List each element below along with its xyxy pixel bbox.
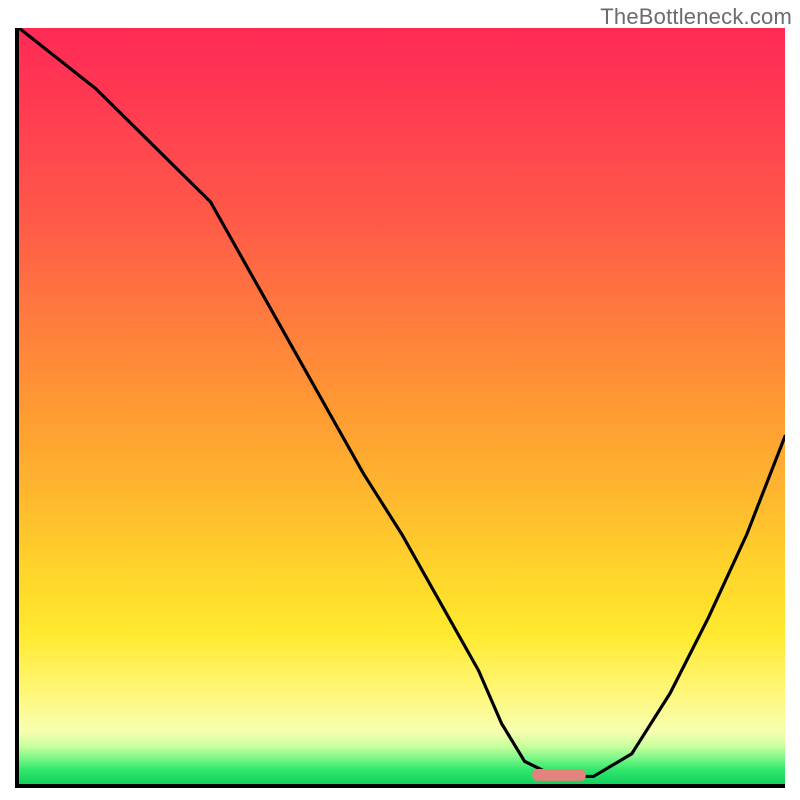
chart-stage: TheBottleneck.com: [0, 0, 800, 800]
plot-area: [15, 28, 785, 788]
watermark-text: TheBottleneck.com: [600, 4, 792, 30]
optimum-marker: [532, 769, 586, 781]
bottleneck-curve: [19, 28, 785, 776]
bottleneck-curve-svg: [19, 28, 785, 784]
